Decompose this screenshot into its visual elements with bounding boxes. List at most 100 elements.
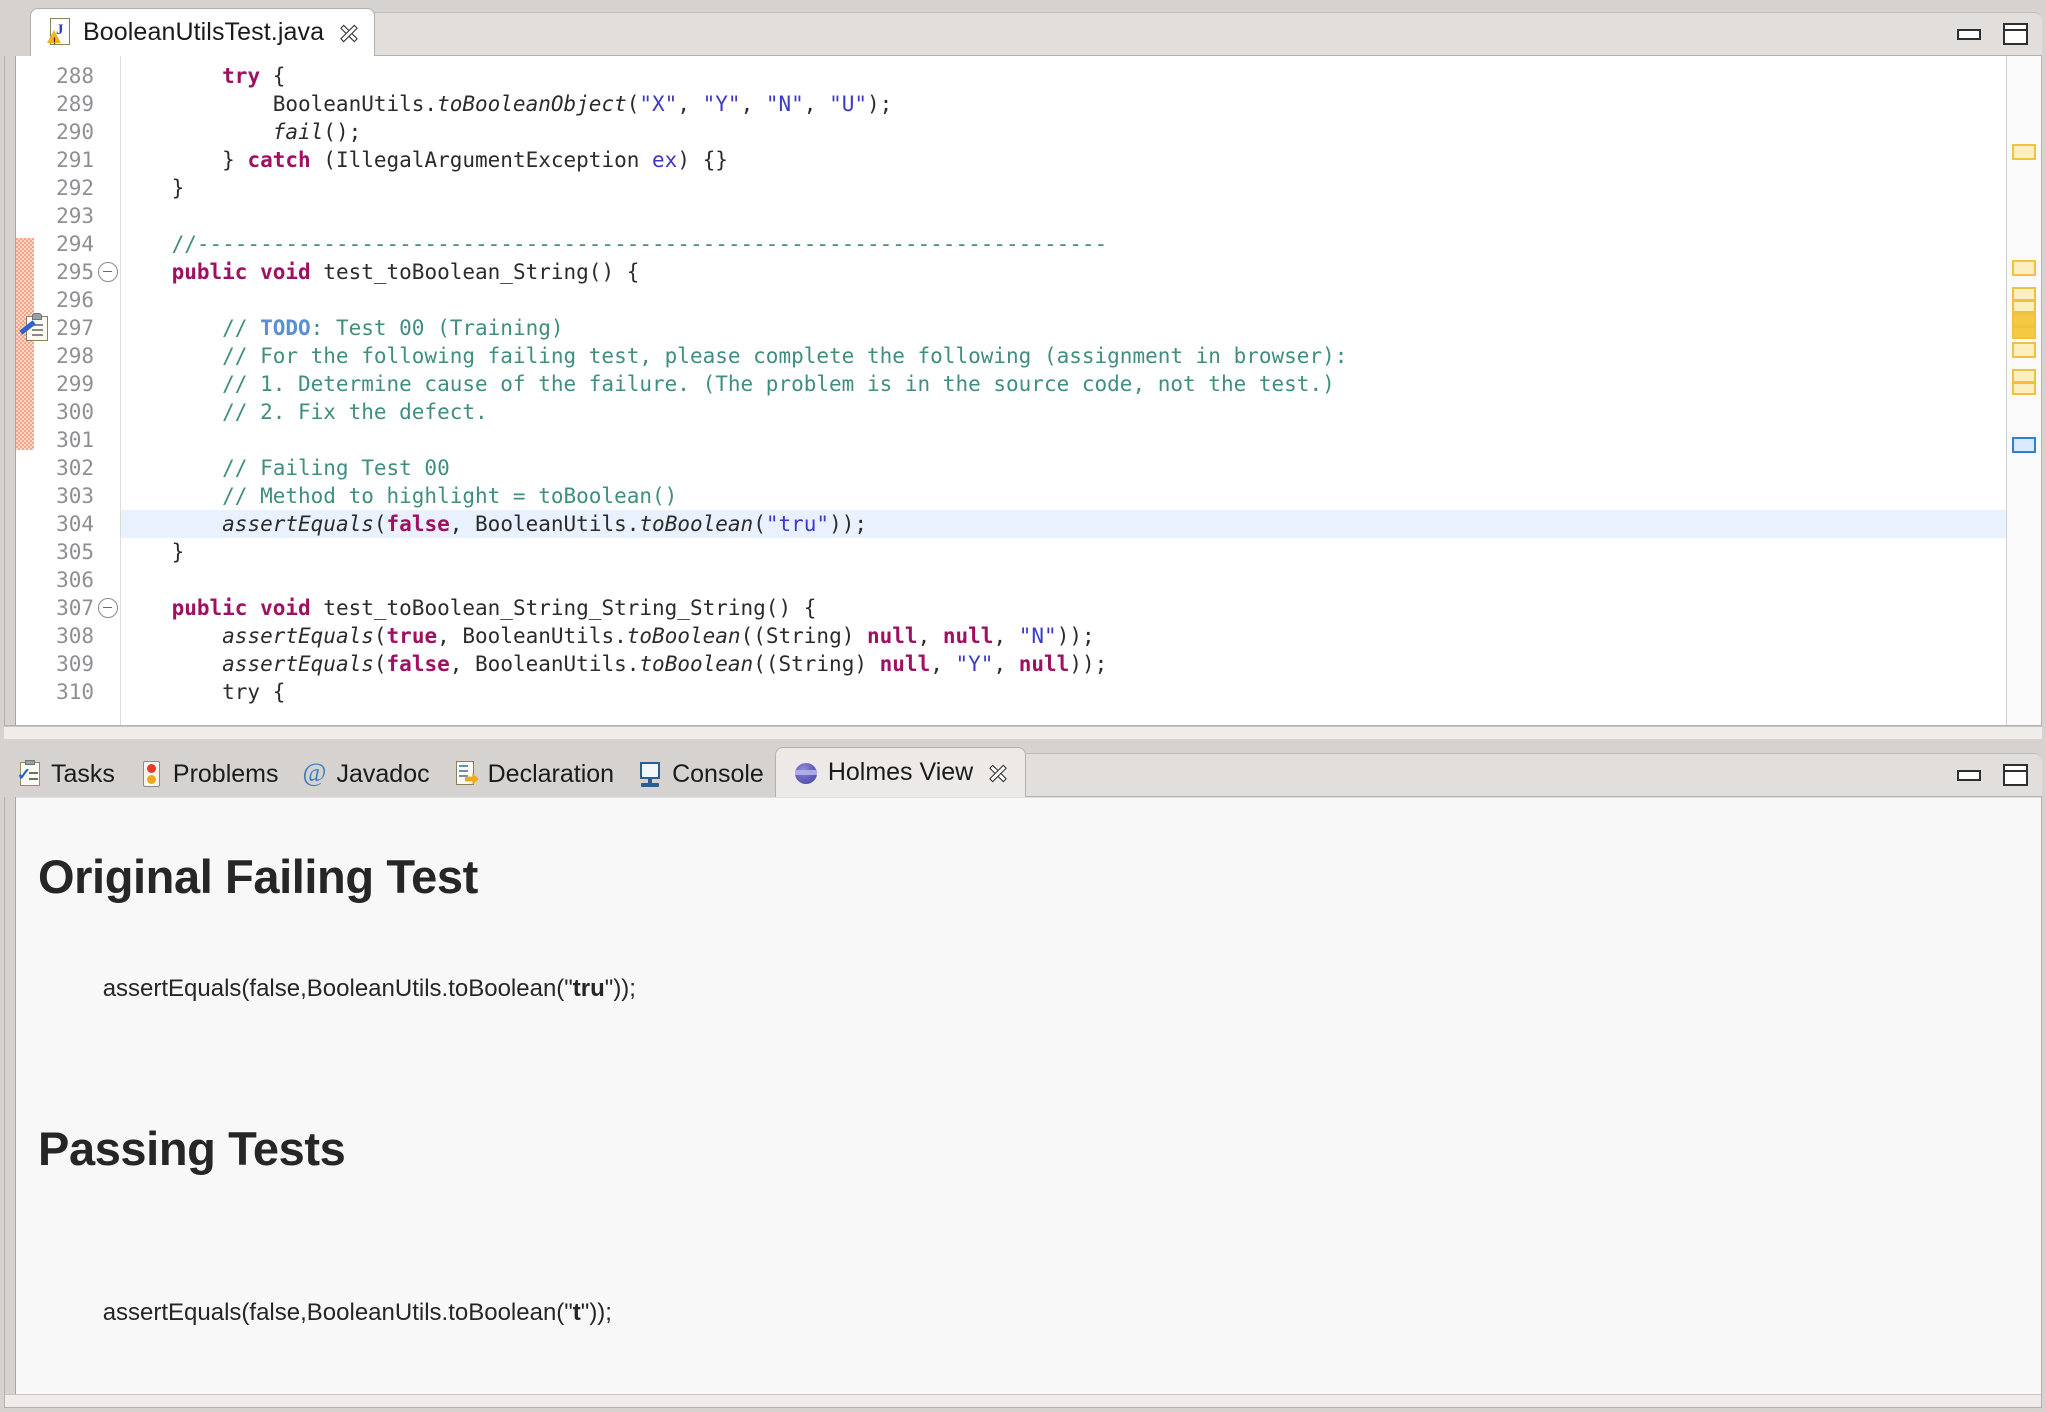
code-token: test_toBoolean_String_String_String() {	[311, 596, 817, 620]
code-token: assertEquals	[222, 624, 374, 648]
code-token	[121, 512, 222, 536]
tab-javadoc[interactable]: @Javadoc	[290, 751, 441, 797]
code-line[interactable]: try {	[121, 678, 285, 706]
code-line[interactable]: BooleanUtils.toBooleanObject("X", "Y", "…	[121, 90, 892, 118]
code-token	[121, 64, 222, 88]
code-token: ,	[677, 92, 702, 116]
code-line[interactable]: } catch (IllegalArgumentException ex) {}	[121, 146, 728, 174]
overview-warning-marker[interactable]	[2012, 342, 2036, 358]
maximize-icon[interactable]	[2003, 23, 2028, 45]
section-heading-passing-tests: Passing Tests	[38, 1125, 345, 1172]
tab-tasks[interactable]: ✓Tasks	[4, 751, 126, 797]
code-token: "tru"	[766, 512, 829, 536]
code-bold: t	[573, 1299, 581, 1326]
declaration-page-icon	[452, 760, 480, 788]
code-line[interactable]: // 1. Determine cause of the failure. (T…	[121, 370, 1335, 398]
fold-collapse-icon[interactable]	[98, 262, 118, 282]
code-token: // Method to highlight = toBoolean()	[121, 484, 677, 508]
code-token: // 2. Fix the defect.	[121, 400, 488, 424]
editor-part: J ! BooleanUtilsTest.java 28828929029129…	[4, 4, 2042, 739]
overview-warning-marker[interactable]	[2012, 144, 2036, 160]
code-line[interactable]: }	[121, 538, 184, 566]
code-line[interactable]: fail();	[121, 118, 361, 146]
editor-tab-label: BooleanUtilsTest.java	[83, 18, 324, 47]
holmes-view-browser[interactable]: Original Failing Test assertEquals(false…	[16, 797, 2041, 1407]
code-line[interactable]: // TODO: Test 00 (Training)	[121, 314, 564, 342]
code-token: (	[753, 512, 766, 536]
line-number: 298	[56, 342, 94, 370]
line-number: 299	[56, 370, 94, 398]
editor-body: 2882892902912922932942952962972982993003…	[4, 56, 2042, 726]
line-number: 295	[56, 258, 94, 286]
overview-warning-marker[interactable]	[2012, 313, 2036, 339]
code-token: , BooleanUtils.	[437, 624, 627, 648]
overview-warning-marker[interactable]	[2012, 369, 2036, 395]
code-token: toBoolean	[639, 652, 753, 676]
code-line[interactable]: // Method to highlight = toBoolean()	[121, 482, 677, 510]
code-token: (	[374, 652, 387, 676]
code-token: "X"	[639, 92, 677, 116]
code-line[interactable]: assertEquals(false, BooleanUtils.toBoole…	[121, 510, 867, 538]
editor-horizontal-scrollbar[interactable]	[4, 726, 2042, 739]
code-line[interactable]: }	[121, 174, 184, 202]
line-number: 308	[56, 622, 94, 650]
tab-label: Tasks	[51, 760, 115, 789]
code-token: );	[867, 92, 892, 116]
code-line[interactable]: // Failing Test 00	[121, 454, 450, 482]
overview-info-marker[interactable]	[2012, 437, 2036, 453]
code-line[interactable]: public void test_toBoolean_String_String…	[121, 594, 816, 622]
view-horizontal-scrollbar[interactable]	[5, 1394, 2041, 1407]
code-token: : Test 00 (Training)	[311, 316, 564, 340]
code-token: ));	[829, 512, 867, 536]
code-token: try	[222, 64, 260, 88]
code-token: {	[260, 64, 285, 88]
code-token: test_toBoolean_String() {	[311, 260, 640, 284]
code-prefix: assertEquals(false,BooleanUtils.toBoolea…	[103, 1299, 573, 1326]
code-token: BooleanUtils.	[121, 92, 437, 116]
tab-console[interactable]: Console	[625, 751, 775, 797]
code-token: ((String)	[753, 652, 879, 676]
tab-declaration[interactable]: Declaration	[441, 751, 625, 797]
line-number: 305	[56, 538, 94, 566]
code-line[interactable]: public void test_toBoolean_String() {	[121, 258, 639, 286]
line-number: 301	[56, 426, 94, 454]
todo-task-marker-icon[interactable]	[20, 313, 50, 343]
tab-problems[interactable]: Problems	[126, 751, 290, 797]
editor-tab-booleanutilstest[interactable]: J ! BooleanUtilsTest.java	[30, 8, 375, 56]
editor-change-bar	[16, 56, 34, 725]
editor-code-area[interactable]: try { BooleanUtils.toBooleanObject("X", …	[121, 56, 2006, 725]
editor-tab-filler	[374, 12, 2042, 56]
code-line[interactable]: assertEquals(true, BooleanUtils.toBoolea…	[121, 622, 1095, 650]
overview-warning-marker[interactable]	[2012, 260, 2036, 276]
minimize-icon[interactable]	[1957, 29, 1981, 40]
code-token: ) {}	[677, 148, 728, 172]
close-icon[interactable]	[987, 762, 1009, 784]
line-number: 294	[56, 230, 94, 258]
code-token: null	[867, 624, 918, 648]
line-number: 309	[56, 650, 94, 678]
editor-left-trim	[5, 56, 16, 725]
code-token: assertEquals	[222, 652, 374, 676]
code-line[interactable]: // 2. Fix the defect.	[121, 398, 488, 426]
line-number: 304	[56, 510, 94, 538]
editor-overview-ruler[interactable]	[2006, 56, 2041, 725]
code-token	[121, 624, 222, 648]
close-icon[interactable]	[338, 22, 360, 44]
code-line[interactable]: //--------------------------------------…	[121, 230, 1107, 258]
code-token: // For the following failing test, pleas…	[121, 344, 1347, 368]
tab-holmes[interactable]: Holmes View	[775, 747, 1026, 797]
code-token: }	[121, 148, 247, 172]
line-number: 306	[56, 566, 94, 594]
code-token	[121, 596, 172, 620]
code-token: "Y"	[956, 652, 994, 676]
overview-warning-marker[interactable]	[2012, 287, 2036, 313]
line-number: 307	[56, 594, 94, 622]
editor-line-number-ruler[interactable]: 2882892902912922932942952962972982993003…	[34, 56, 121, 725]
minimize-icon[interactable]	[1957, 770, 1981, 781]
line-number: 291	[56, 146, 94, 174]
code-line[interactable]: assertEquals(false, BooleanUtils.toBoole…	[121, 650, 1107, 678]
maximize-icon[interactable]	[2003, 764, 2028, 786]
code-line[interactable]: // For the following failing test, pleas…	[121, 342, 1347, 370]
fold-collapse-icon[interactable]	[98, 598, 118, 618]
code-line[interactable]: try {	[121, 62, 285, 90]
